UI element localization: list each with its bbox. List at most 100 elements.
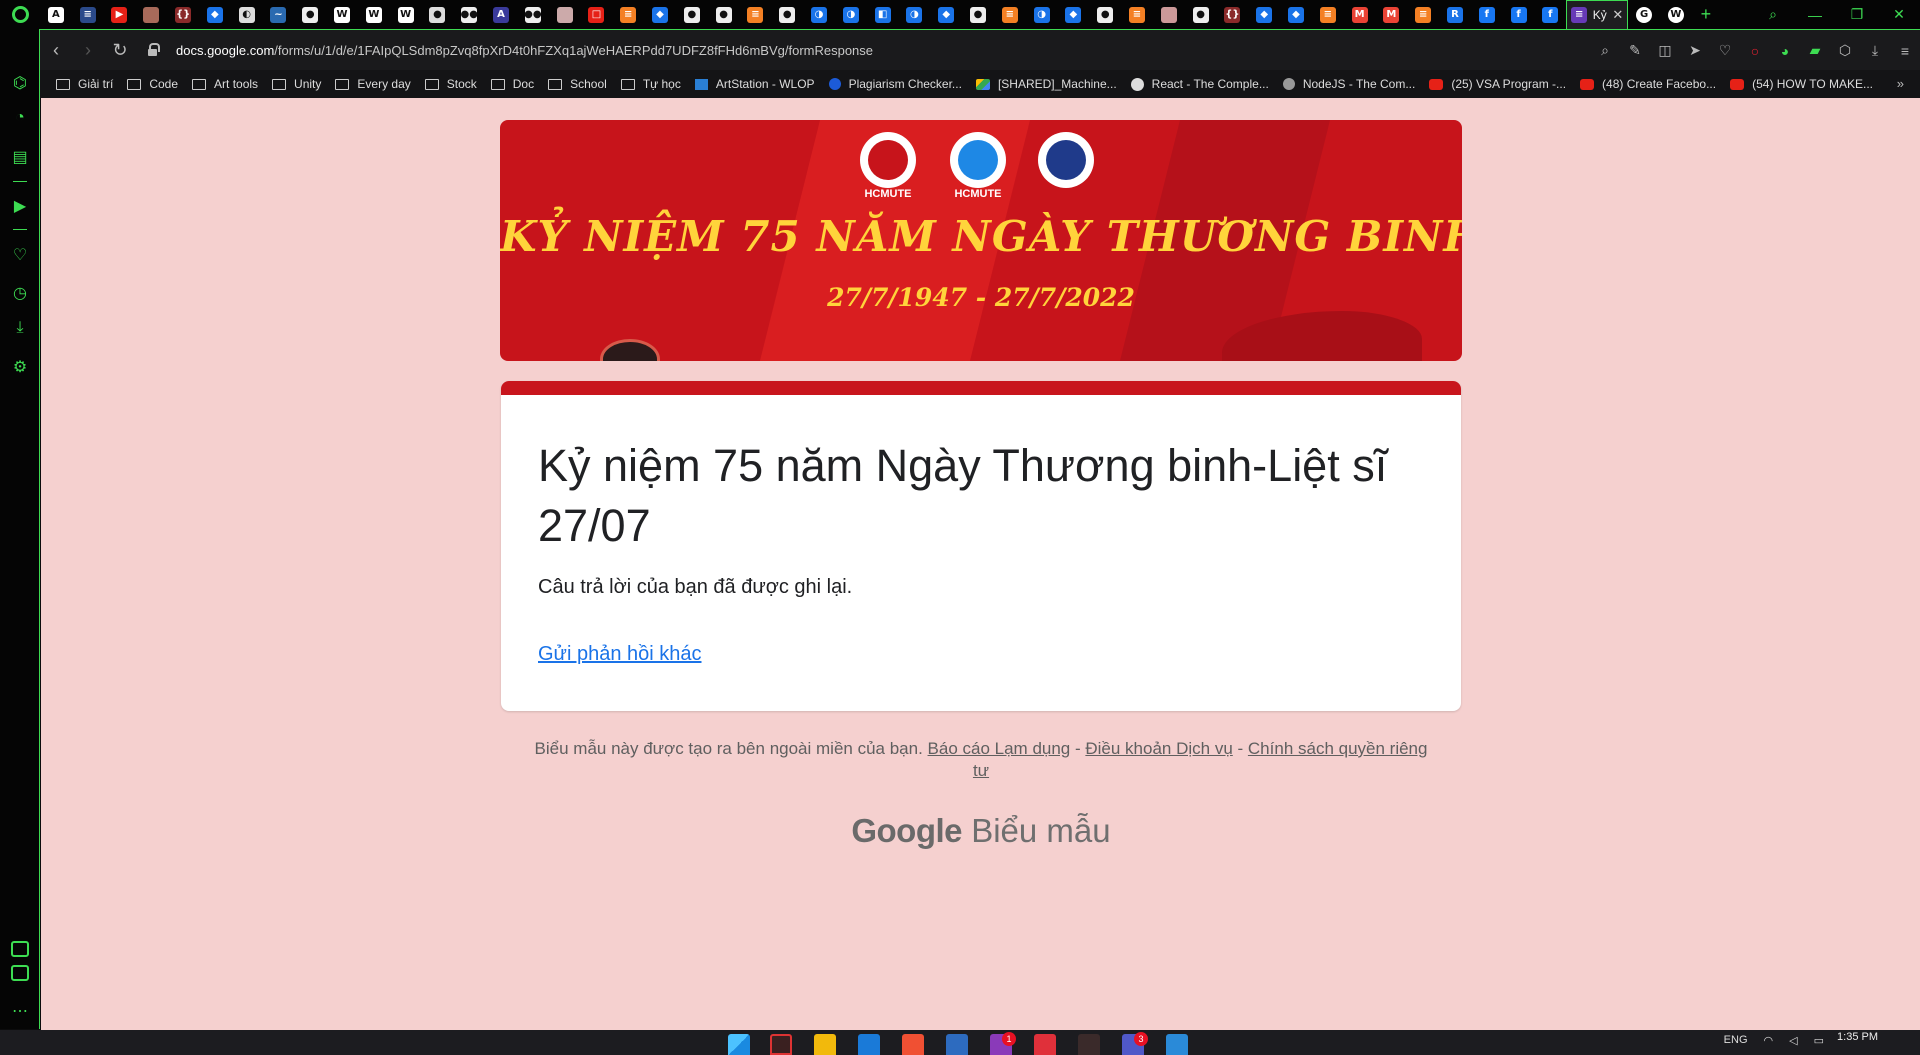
visual-studio-icon[interactable] [946,1034,968,1055]
bookmark-folder[interactable]: Code [127,77,178,91]
tab-search-button[interactable]: ⌕ [1752,6,1794,23]
download-icon[interactable]: ⤓ [0,319,40,337]
opera-taskbar-icon[interactable] [770,1034,792,1055]
taskbar-clock[interactable]: 1:35 PM [1837,1031,1878,1043]
wifi-icon[interactable]: ◠ [1764,1034,1774,1047]
browser-tab[interactable]: ◑ [835,0,867,29]
browser-tab[interactable]: ≡ [72,0,104,29]
cube-extension-icon[interactable]: ⬡ [1830,42,1860,59]
bookmark-folder[interactable]: Tự học [620,77,681,91]
browser-tab[interactable]: □ [581,0,613,29]
bookmark-folder[interactable]: Unity [272,77,321,91]
speedometer-icon[interactable]: ◔ [0,109,40,127]
submit-another-response-link[interactable]: Gửi phản hồi khác [538,643,702,666]
browser-tab[interactable]: ≡ [1121,0,1153,29]
browser-tab[interactable]: ● [708,0,740,29]
opera-vpn-icon[interactable]: ○ [1740,43,1770,59]
bookmark-folder[interactable]: Doc [490,77,534,91]
easy-setup-icon[interactable]: ≡ [1890,43,1920,59]
browser-tab[interactable]: ◆ [1248,0,1280,29]
search-in-page-icon[interactable]: ⌕ [1590,42,1620,59]
teams-taskbar-icon[interactable]: 3 [1122,1032,1148,1055]
more-icon[interactable]: ⋯ [0,1001,40,1021]
browser-tab[interactable]: ●● [453,0,485,29]
browser-tab[interactable]: {} [1216,0,1248,29]
battery-icon[interactable]: ▭ [1814,1034,1824,1047]
browser-tab[interactable]: ● [422,0,454,29]
bookmark-folder[interactable]: School [548,77,607,91]
layers-icon[interactable] [11,941,29,957]
browser-tab[interactable]: f [1503,0,1535,29]
bookmark-item[interactable]: [SHARED]_Machine... [975,77,1117,91]
back-button[interactable]: ‹ [40,40,72,61]
browser-tab[interactable]: f [1534,0,1566,29]
browser-tab[interactable]: ◆ [1280,0,1312,29]
close-window-button[interactable]: ✕ [1878,6,1920,23]
browser-tab[interactable]: ≡ [1407,0,1439,29]
heart-icon[interactable]: ♡ [0,245,40,265]
bookmark-item[interactable]: Plagiarism Checker... [828,77,962,91]
downloads-icon[interactable]: ⤓ [1860,42,1890,59]
bookmark-item[interactable]: (25) VSA Program -... [1429,77,1566,91]
browser-tab[interactable]: ▶ [104,0,136,29]
browser-tab[interactable]: ◑ [899,0,931,29]
active-tab[interactable]: ≡ Kỷ ✕ [1566,0,1629,29]
minimize-button[interactable]: — [1794,7,1836,23]
browser-tab[interactable]: ◧ [867,0,899,29]
browser-tab[interactable]: ~ [263,0,295,29]
browser-tab[interactable]: ● [294,0,326,29]
language-indicator[interactable]: ENG [1724,1034,1748,1047]
close-tab-icon[interactable]: ✕ [1612,7,1623,23]
bookmark-item[interactable]: NodeJS - The Com... [1282,77,1415,91]
browser-tab[interactable] [135,0,167,29]
lock-icon[interactable] [142,40,162,60]
bag-icon[interactable]: ▤ [0,147,40,167]
browser-tab[interactable]: A [40,0,72,29]
clock-icon[interactable]: ◷ [0,283,40,303]
browser-tab[interactable]: A [485,0,517,29]
app-taskbar-icon[interactable] [1078,1034,1100,1055]
browser-tab[interactable]: W [326,0,358,29]
browser-tab[interactable]: f [1471,0,1503,29]
browser-tab[interactable]: ◆ [930,0,962,29]
volume-icon[interactable]: ◁ [1789,1034,1797,1047]
opera-menu-button[interactable] [0,0,40,29]
browser-tab[interactable] [1153,0,1185,29]
forward-button[interactable]: › [72,40,104,61]
bookmark-item[interactable]: React - The Comple... [1130,77,1269,91]
browser-tab[interactable]: M [1344,0,1376,29]
browser-tab[interactable]: ≡ [612,0,644,29]
browser-tab[interactable]: {} [167,0,199,29]
report-abuse-link[interactable]: Báo cáo Lạm dụng [928,739,1071,758]
browser-tab[interactable]: ● [771,0,803,29]
bookmark-item[interactable]: (54) HOW TO MAKE... [1730,77,1873,91]
git-taskbar-icon[interactable] [902,1034,924,1055]
gamepad-icon[interactable]: ⌬ [0,73,40,93]
bookmark-folder[interactable]: Every day [335,77,411,91]
browser-tab[interactable]: ◑ [1026,0,1058,29]
workspace-icon[interactable] [11,965,29,981]
browser-tab[interactable]: W [1660,0,1692,29]
browser-tab[interactable]: ≡ [1312,0,1344,29]
browser-tab[interactable]: ●● [517,0,549,29]
browser-tab[interactable]: R [1439,0,1471,29]
browser-tab[interactable]: ≡ [994,0,1026,29]
google-forms-brand[interactable]: Google Biểu mẫu [501,812,1461,850]
settings-icon[interactable]: ⚙ [0,357,40,377]
browser-tab[interactable]: ● [1089,0,1121,29]
browser-tab[interactable]: W [358,0,390,29]
file-explorer-icon[interactable] [814,1034,836,1055]
browser-tab[interactable]: ● [962,0,994,29]
bookmark-folder[interactable]: Art tools [192,77,258,91]
vscode-taskbar-icon[interactable] [858,1034,880,1055]
extension-icon[interactable]: ▰ [1800,42,1830,59]
start-button-icon[interactable] [728,1034,750,1055]
edit-icon[interactable]: ✎ [1620,42,1650,59]
browser-tab[interactable]: W [390,0,422,29]
browser-tab[interactable]: ◆ [199,0,231,29]
bookmark-folder[interactable]: Stock [424,77,477,91]
new-tab-button[interactable]: + [1692,4,1720,25]
play-icon[interactable]: ▶ [0,196,40,216]
bookmarks-overflow-button[interactable]: » [1897,76,1904,91]
maximize-button[interactable]: ❐ [1836,6,1878,23]
